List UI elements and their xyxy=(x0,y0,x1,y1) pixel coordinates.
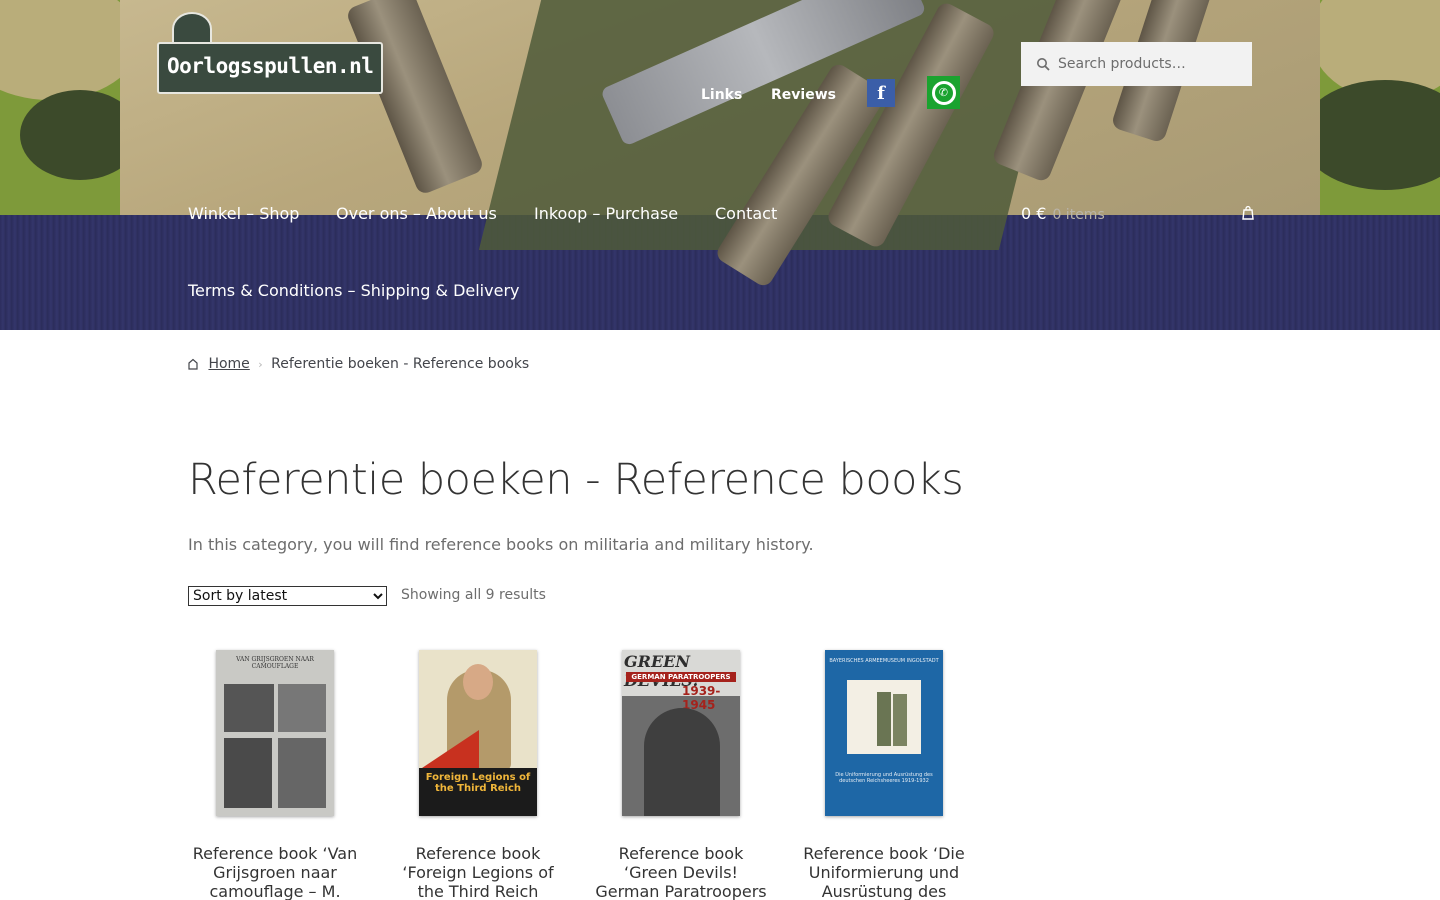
cover-figure xyxy=(877,692,891,746)
product-card[interactable]: Foreign Legions of the Third Reich Refer… xyxy=(388,650,568,900)
product-image[interactable]: VAN GRIJSGROEN NAAR CAMOUFLAGE xyxy=(216,650,334,816)
camo-blob xyxy=(0,0,140,100)
product-title[interactable]: Reference book ‘Die Uniformierung und Au… xyxy=(794,844,974,900)
logo-badge: Oorlogsspullen.nl xyxy=(157,42,383,94)
nav-item-purchase[interactable]: Inkoop – Purchase xyxy=(534,204,678,223)
logo-text: Oorlogsspullen.nl xyxy=(167,54,374,78)
reviews-link[interactable]: Reviews xyxy=(771,87,836,103)
cover-soldier xyxy=(644,708,720,816)
facebook-glyph: f xyxy=(877,82,885,104)
whatsapp-glyph: ✆ xyxy=(931,80,956,105)
cart-amount: 0 € xyxy=(1021,204,1047,223)
cover-photo xyxy=(278,684,326,732)
whatsapp-icon[interactable]: ✆ xyxy=(927,76,960,109)
cart-icon[interactable] xyxy=(1242,206,1254,220)
search-icon xyxy=(1037,58,1050,71)
nav-item-about[interactable]: Over ons – About us xyxy=(336,204,497,223)
cover-figure xyxy=(893,694,907,746)
product-image[interactable]: BAYERISCHES ARMEEMUSEUM INGOLSTADT Die U… xyxy=(825,650,943,816)
nav-item-shop[interactable]: Winkel – Shop xyxy=(188,204,299,223)
links-link[interactable]: Links xyxy=(701,87,742,103)
cover-illustration xyxy=(847,680,921,754)
cart-summary[interactable]: 0 € 0 items xyxy=(1021,204,1105,223)
cover-title: VAN GRIJSGROEN NAAR CAMOUFLAGE xyxy=(236,656,314,670)
breadcrumb: Home › Referentie boeken - Reference boo… xyxy=(188,356,529,372)
cover-years: 1939-1945 xyxy=(682,684,721,712)
product-image[interactable]: GREEN DEVILS! GERMAN PARATROOPERS 1939-1… xyxy=(622,650,740,816)
cover-subtitle: Die Uniformierung und Ausrüstung des deu… xyxy=(835,772,933,784)
cover-subtitle: GERMAN PARATROOPERS xyxy=(626,672,736,682)
site-header: Oorlogsspullen.nl Links Reviews f ✆ Wink… xyxy=(0,0,1440,330)
result-count: Showing all 9 results xyxy=(401,587,546,603)
cover-photo xyxy=(224,684,274,732)
product-title[interactable]: Reference book ‘Foreign Legions of the T… xyxy=(388,844,568,900)
product-card[interactable]: GREEN DEVILS! GERMAN PARATROOPERS 1939-1… xyxy=(591,650,771,900)
product-card[interactable]: BAYERISCHES ARMEEMUSEUM INGOLSTADT Die U… xyxy=(794,650,974,900)
nav-item-terms[interactable]: Terms & Conditions – Shipping & Delivery xyxy=(188,281,519,300)
cover-title: BAYERISCHES ARMEEMUSEUM INGOLSTADT xyxy=(829,658,939,664)
product-search xyxy=(1021,42,1252,86)
search-input[interactable] xyxy=(1058,56,1238,72)
cover-photo xyxy=(278,738,326,808)
breadcrumb-current: Referentie boeken - Reference books xyxy=(271,356,530,372)
product-card[interactable]: VAN GRIJSGROEN NAAR CAMOUFLAGE Reference… xyxy=(185,650,365,900)
logo-helmet-shape xyxy=(172,12,212,46)
product-title[interactable]: Reference book ‘Van Grijsgroen naar camo… xyxy=(185,844,365,900)
cover-photo xyxy=(224,738,272,808)
page-title: Referentie boeken - Reference books xyxy=(188,455,964,505)
cover-face xyxy=(463,664,493,700)
product-image[interactable]: Foreign Legions of the Third Reich xyxy=(419,650,537,816)
camo-blob xyxy=(1300,80,1440,190)
product-title[interactable]: Reference book ‘Green Devils! German Par… xyxy=(591,844,771,900)
cover-title: Foreign Legions of the Third Reich xyxy=(425,772,531,794)
sort-select[interactable]: Sort by latest xyxy=(188,586,387,606)
home-icon xyxy=(188,358,198,370)
category-description: In this category, you will find referenc… xyxy=(188,535,814,554)
chevron-right-icon: › xyxy=(258,358,263,371)
nav-item-contact[interactable]: Contact xyxy=(715,204,777,223)
cart-item-count: 0 items xyxy=(1052,207,1105,223)
facebook-icon[interactable]: f xyxy=(867,79,895,107)
breadcrumb-home-link[interactable]: Home xyxy=(208,356,249,372)
